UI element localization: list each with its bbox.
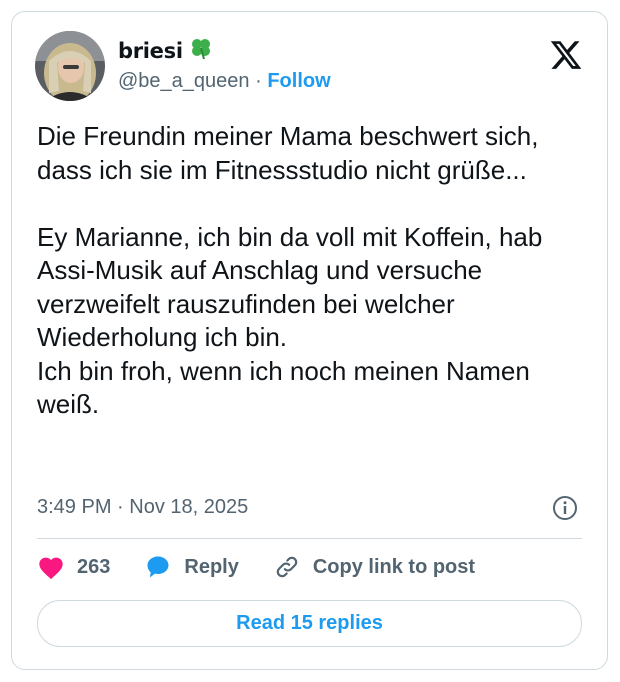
reply-bubble-icon	[147, 556, 169, 578]
tweet-card: briesi @be_a_queen · Follow Die Freundin…	[11, 11, 608, 670]
author-name-row: briesi	[118, 36, 213, 65]
author-display-name[interactable]: briesi	[118, 39, 183, 63]
timestamp-separator: ·	[117, 496, 124, 518]
four-leaf-clover-icon	[189, 36, 213, 65]
read-replies-label: Read 15 replies	[236, 612, 383, 634]
author-handle[interactable]: @be_a_queen	[118, 70, 250, 92]
like-button[interactable]: 263	[37, 554, 110, 580]
tweet-timestamp[interactable]: 3:49 PM · Nov 18, 2025	[37, 496, 248, 519]
tweet-paragraph: Die Freundin meiner Mama beschwert sich,…	[37, 121, 546, 185]
author-handle-row: @be_a_queen · Follow	[118, 70, 331, 93]
info-icon[interactable]	[552, 495, 578, 521]
tweet-actions: 263 Reply Copy link to post	[37, 554, 509, 580]
like-count: 263	[77, 555, 111, 578]
handle-separator: ·	[255, 70, 262, 92]
tweet-text: Die Freundin meiner Mama beschwert sich,…	[37, 120, 597, 422]
reply-label: Reply	[184, 555, 239, 578]
link-icon	[276, 556, 298, 578]
read-replies-button[interactable]: Read 15 replies	[37, 600, 582, 647]
tweet-paragraph: Ey Marianne, ich bin da voll mit Koffein…	[37, 221, 543, 420]
reply-button[interactable]: Reply	[144, 554, 239, 580]
x-logo-icon[interactable]	[549, 38, 583, 72]
follow-button[interactable]: Follow	[267, 70, 330, 92]
tweet-time: 3:49 PM	[37, 496, 112, 518]
copy-link-label: Copy link to post	[312, 555, 476, 578]
heart-icon	[39, 557, 63, 580]
avatar[interactable]	[35, 31, 105, 101]
divider	[37, 538, 582, 539]
tweet-date: Nov 18, 2025	[129, 496, 249, 518]
copy-link-button[interactable]: Copy link to post	[273, 554, 475, 580]
